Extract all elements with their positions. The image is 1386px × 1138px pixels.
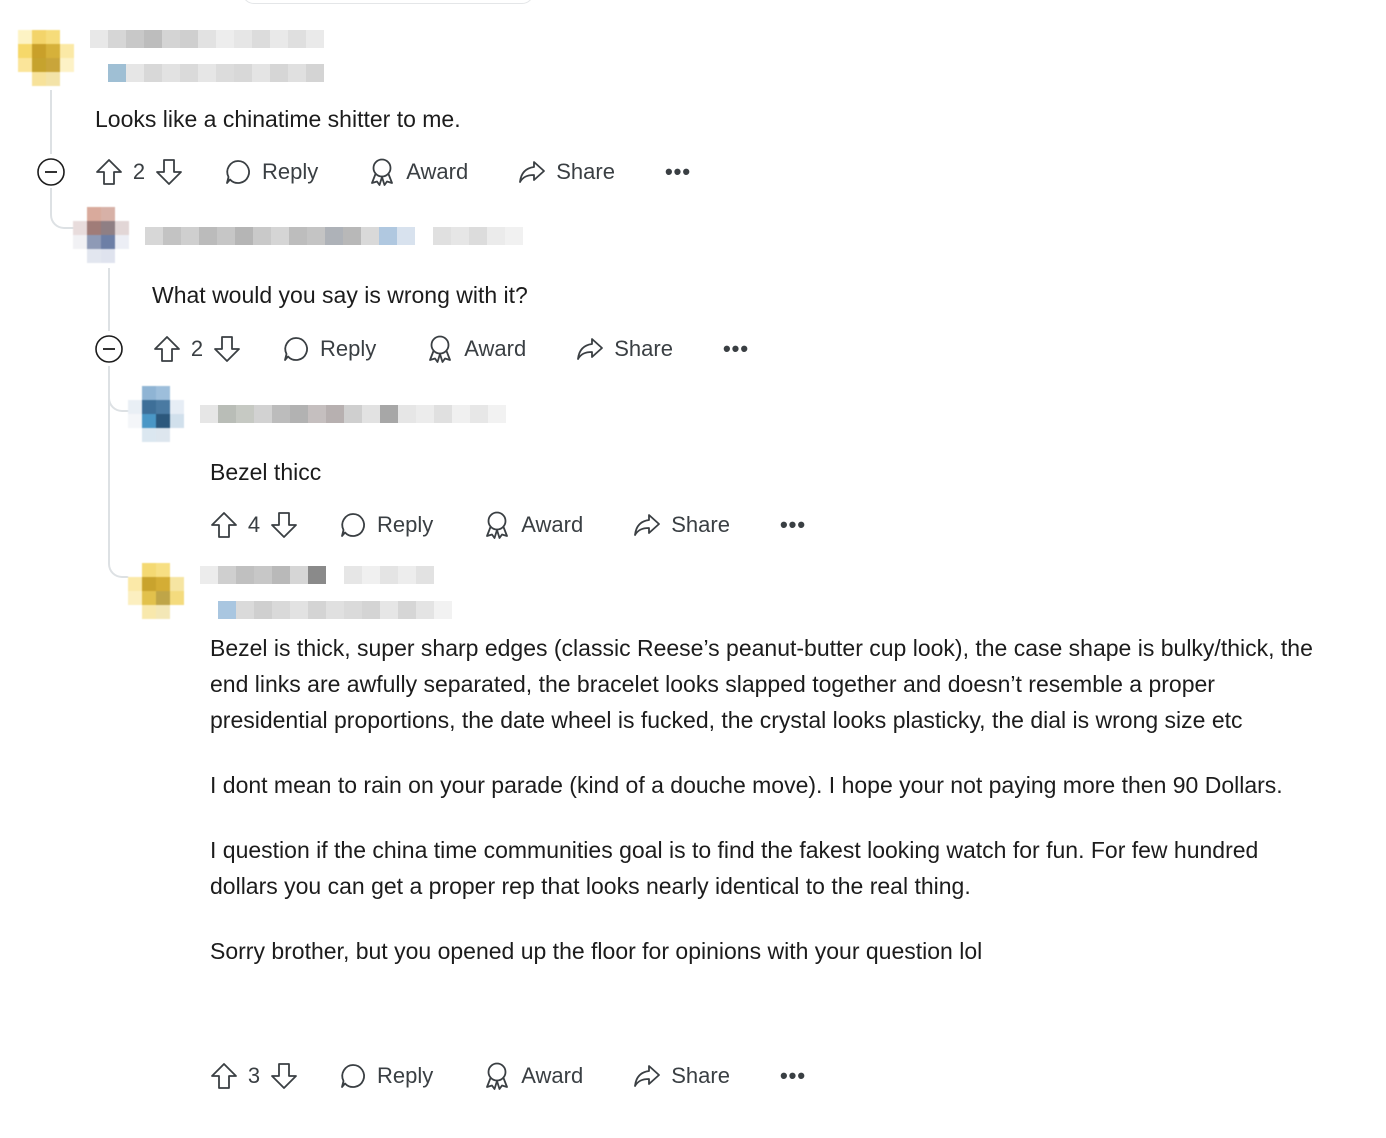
share-label: Share: [671, 512, 730, 537]
avatar[interactable]: [18, 30, 74, 86]
top-pill-edge: [242, 0, 534, 4]
avatar[interactable]: [73, 207, 129, 263]
thread-line: [108, 268, 110, 331]
vote-group: 4: [209, 510, 299, 540]
share-button[interactable]: Share: [518, 158, 615, 186]
upvote-icon[interactable]: [152, 334, 182, 364]
more-icon[interactable]: •••: [780, 1065, 806, 1087]
award-button[interactable]: Award: [426, 334, 526, 364]
downvote-icon[interactable]: [212, 334, 242, 364]
award-button[interactable]: Award: [483, 510, 583, 540]
award-icon: [429, 335, 452, 363]
more-icon[interactable]: •••: [780, 514, 806, 536]
collapse-minus-icon: [95, 335, 123, 363]
share-arrow-icon: [634, 1065, 661, 1087]
username-redacted[interactable]: [90, 30, 324, 48]
comment-body: Looks like a chinatime shitter to me.: [95, 101, 1295, 137]
reply-bubble-icon: [226, 160, 250, 184]
share-arrow-icon: [634, 514, 661, 536]
reply-label: Reply: [377, 1063, 434, 1088]
award-icon: [486, 1062, 509, 1090]
collapse-minus-icon: [37, 158, 65, 186]
collapse-button[interactable]: [94, 334, 124, 364]
reply-label: Reply: [320, 336, 377, 361]
downvote-icon[interactable]: [269, 510, 299, 540]
downvote-icon[interactable]: [154, 157, 184, 187]
vote-count: 3: [247, 1063, 261, 1088]
share-button[interactable]: Share: [576, 335, 673, 363]
more-icon[interactable]: •••: [723, 338, 749, 360]
share-arrow-icon: [577, 338, 604, 360]
comment-paragraph: Looks like a chinatime shitter to me.: [95, 106, 461, 132]
comment-paragraph: Bezel thicc: [210, 459, 322, 485]
vote-group: 2: [152, 334, 242, 364]
downvote-icon[interactable]: [269, 1061, 299, 1091]
reply-bubble-icon: [341, 513, 365, 537]
comment-actions: 2 Reply Award Share •••: [94, 152, 691, 192]
comment-actions: 3 Reply Award Share •••: [209, 1056, 806, 1096]
reply-bubble-icon: [284, 337, 308, 361]
reply-button[interactable]: Reply: [224, 158, 318, 186]
username-redacted[interactable]: [145, 227, 523, 245]
comment-paragraph: Sorry brother, but you opened up the flo…: [210, 938, 983, 964]
user-meta-redacted: [218, 601, 452, 619]
reply-button[interactable]: Reply: [339, 511, 433, 539]
share-label: Share: [556, 159, 615, 184]
collapse-button[interactable]: [36, 157, 66, 187]
comment-body: What would you say is wrong with it?: [152, 277, 1302, 313]
award-label: Award: [464, 336, 527, 361]
award-label: Award: [521, 512, 584, 537]
comment-body: Bezel thicc: [210, 454, 1330, 490]
username-redacted[interactable]: [200, 566, 434, 584]
award-icon: [486, 511, 509, 539]
comment-paragraph: Bezel is thick, super sharp edges (class…: [210, 635, 1313, 733]
share-label: Share: [671, 1063, 730, 1088]
share-button[interactable]: Share: [633, 511, 730, 539]
share-button[interactable]: Share: [633, 1062, 730, 1090]
award-button[interactable]: Award: [368, 157, 468, 187]
reply-label: Reply: [262, 159, 319, 184]
more-icon[interactable]: •••: [665, 161, 691, 183]
thread-line: [50, 90, 52, 154]
comment-paragraph: What would you say is wrong with it?: [152, 282, 528, 308]
vote-count: 2: [190, 336, 204, 361]
comment-actions: 2 Reply Award Share •••: [152, 329, 749, 369]
award-button[interactable]: Award: [483, 1061, 583, 1091]
reply-button[interactable]: Reply: [339, 1062, 433, 1090]
reply-button[interactable]: Reply: [282, 335, 376, 363]
comment-paragraph: I dont mean to rain on your parade (kind…: [210, 772, 1283, 798]
award-label: Award: [521, 1063, 584, 1088]
share-label: Share: [614, 336, 673, 361]
vote-count: 4: [247, 512, 261, 537]
comment-paragraph: I question if the china time communities…: [210, 837, 1259, 899]
comment-actions: 4 Reply Award Share •••: [209, 505, 806, 545]
share-arrow-icon: [519, 161, 546, 183]
avatar[interactable]: [128, 386, 184, 442]
vote-group: 3: [209, 1061, 299, 1091]
comment-body: Bezel is thick, super sharp edges (class…: [210, 630, 1330, 969]
user-meta-redacted: [108, 64, 324, 82]
reply-bubble-icon: [341, 1064, 365, 1088]
vote-count: 2: [132, 159, 146, 184]
award-icon: [371, 158, 394, 186]
upvote-icon[interactable]: [94, 157, 124, 187]
username-redacted[interactable]: [200, 405, 506, 423]
upvote-icon[interactable]: [209, 1061, 239, 1091]
upvote-icon[interactable]: [209, 510, 239, 540]
award-label: Award: [406, 159, 469, 184]
vote-group: 2: [94, 157, 184, 187]
reply-label: Reply: [377, 512, 434, 537]
avatar[interactable]: [128, 563, 184, 619]
